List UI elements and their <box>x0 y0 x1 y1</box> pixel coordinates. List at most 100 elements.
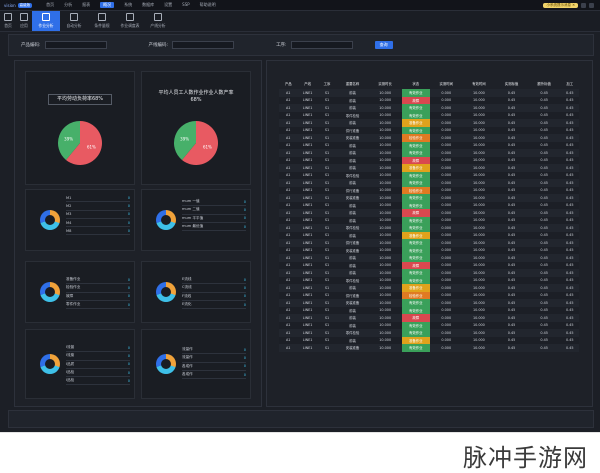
menu-item[interactable]: SSP <box>182 2 190 8</box>
table-row[interactable]: A1 LINE1 S1 前装 10.000 有效作业 0.000 10.000 0.45 0.45… <box>279 104 579 112</box>
tool-app[interactable]: 应用 <box>16 11 32 31</box>
table-row[interactable]: A1 LINE1 S1 供行准备 10.000 检验作业 0.000 10.000 0.45 0.… <box>279 291 579 299</box>
table-row[interactable]: A1 LINE1 S1 零件检验 10.000 有效作业 0.000 10.000 0.45 0.… <box>279 111 579 119</box>
table-cell: LINE1 <box>297 186 318 194</box>
table-row[interactable]: A1 LINE1 S1 前装 10.000 有效作业 0.000 10.000 0.45 0.45… <box>279 201 579 209</box>
table-row[interactable]: A1 LINE1 S1 零件检验 10.000 有效作业 0.000 10.000 0.45 0.… <box>279 224 579 232</box>
tool-auto[interactable]: 自动分析 <box>60 11 88 31</box>
table-row[interactable]: A1 LINE1 S1 安装准备 10.000 有效作业 0.000 10.000 0.45 0.… <box>279 344 579 352</box>
column-header[interactable]: 状态 <box>402 77 430 89</box>
stat-row: I品检 0 <box>66 377 130 386</box>
column-header[interactable]: 工序 <box>318 77 336 89</box>
table-cell: 0.000 <box>429 306 463 314</box>
stat-row: 零件作业 0 <box>66 301 130 310</box>
table-row[interactable]: A1 LINE1 S1 安装准备 10.000 检验作业 0.000 10.000 0.45 0.… <box>279 134 579 142</box>
table-row[interactable]: A1 LINE1 S1 零件检验 10.000 有效作业 0.000 10.000 0.45 0.… <box>279 276 579 284</box>
column-header[interactable]: 实测标值 <box>495 77 528 89</box>
table-row[interactable]: A1 LINE1 S1 零件检验 10.000 有效作业 0.000 10.000 0.45 0.… <box>279 329 579 337</box>
column-header[interactable]: 产品 <box>279 77 297 89</box>
table-cell: LINE1 <box>297 89 318 97</box>
process-input[interactable] <box>290 41 353 49</box>
stat-row: mum 平平值 0 <box>182 215 246 223</box>
table-cell: LINE1 <box>297 246 318 254</box>
table-row[interactable]: A1 LINE1 S1 前装 10.000 有效作业 0.000 10.000 0.45 0.45… <box>279 321 579 329</box>
table-cell: 0.45 <box>560 164 579 172</box>
column-header[interactable]: 额外标值 <box>528 77 561 89</box>
table-cell: 0.45 <box>527 336 561 344</box>
table-cell: A1 <box>279 306 298 314</box>
column-header[interactable]: 实测时间 <box>430 77 463 89</box>
status-cell: 有效作业 <box>401 201 430 209</box>
app-logo[interactable]: vision 高级版 <box>4 2 33 8</box>
table-row[interactable]: A1 LINE1 S1 前装 10.000 准备作业 0.000 10.000 0.45 0.45… <box>279 336 579 344</box>
menu-item[interactable]: 报表 <box>82 2 90 8</box>
table-cell: 10.000 <box>368 194 402 202</box>
tool-rule[interactable]: 条件量规 <box>88 11 116 31</box>
table-row[interactable]: A1 LINE1 S1 前装 10.000 有效作业 0.000 10.000 0.45 0.45… <box>279 269 579 277</box>
menu-item[interactable]: 概况 <box>100 2 115 8</box>
table-row[interactable]: A1 LINE1 S1 前装 10.000 故障 0.000 10.000 0.45 0.45 0.… <box>279 96 579 104</box>
table-cell: LINE1 <box>297 239 318 247</box>
table-cell: 0.000 <box>429 344 463 352</box>
table-row[interactable]: A1 LINE1 S1 前装 10.000 有效作业 0.000 10.000 0.45 0.45… <box>279 179 579 187</box>
search-button[interactable]: 查询 <box>374 41 393 49</box>
table-row[interactable]: A1 LINE1 S1 前装 10.000 故障 0.000 10.000 0.45 0.45 0.… <box>279 156 579 164</box>
table-row[interactable]: A1 LINE1 S1 零件检验 10.000 有效作业 0.000 10.000 0.45 0.… <box>279 171 579 179</box>
menu-item[interactable]: 帮助说明 <box>200 2 216 8</box>
table-row[interactable]: A1 LINE1 S1 前装 10.000 准备作业 0.000 10.000 0.45 0.45… <box>279 119 579 127</box>
table-row[interactable]: A1 LINE1 S1 前装 10.000 准备作业 0.000 10.000 0.45 0.45… <box>279 284 579 292</box>
table-row[interactable]: A1 LINE1 S1 供行准备 10.000 检验作业 0.000 10.000 0.45 0.… <box>279 186 579 194</box>
table-row[interactable]: A1 LINE1 S1 前装 10.000 有效作业 0.000 10.000 0.45 0.45… <box>279 216 579 224</box>
table-cell: 0.45 <box>527 224 561 232</box>
table-row[interactable]: A1 LINE1 S1 前装 10.000 准备作业 0.000 10.000 0.45 0.45… <box>279 164 579 172</box>
table-cell: A1 <box>279 321 298 329</box>
table-cell: 0.45 <box>495 89 528 97</box>
tool-schedule[interactable]: 作业调度表 <box>116 11 144 31</box>
column-header[interactable]: 实测时长 <box>369 77 402 89</box>
table-cell: 零件检验 <box>336 224 369 232</box>
table-row[interactable]: A1 LINE1 S1 前装 10.000 有效作业 0.000 10.000 0.45 0.45… <box>279 141 579 149</box>
menu-item[interactable]: 分析 <box>64 2 72 8</box>
column-header[interactable]: 产线 <box>297 77 317 89</box>
table-cell: 0.45 <box>527 179 561 187</box>
table-cell: LINE1 <box>297 344 318 352</box>
stat-value: 0 <box>127 294 130 299</box>
table-row[interactable]: A1 LINE1 S1 安装准备 10.000 有效作业 0.000 10.000 0.45 0.… <box>279 194 579 202</box>
table-row[interactable]: A1 LINE1 S1 安装准备 10.000 有效作业 0.000 10.000 0.45 0.… <box>279 246 579 254</box>
table-row[interactable]: A1 LINE1 S1 前装 10.000 准备作业 0.000 10.000 0.45 0.45… <box>279 231 579 239</box>
menu-item[interactable]: 首页 <box>46 2 54 8</box>
menu-item[interactable]: 系统 <box>124 2 132 8</box>
table-row[interactable]: A1 LINE1 S1 供行准备 10.000 有效作业 0.000 10.000 0.45 0.… <box>279 126 579 134</box>
notice-badge[interactable]: 小系统提示消息 ✕ <box>543 2 578 8</box>
column-header[interactable]: 加工 <box>561 77 580 89</box>
table-cell: A1 <box>279 179 298 187</box>
table-row[interactable]: A1 LINE1 S1 前装 10.000 有效作业 0.000 10.000 0.45 0.45… <box>279 306 579 314</box>
menu-item[interactable]: 设置 <box>164 2 172 8</box>
table-row[interactable]: A1 LINE1 S1 前装 10.000 有效作业 0.000 10.000 0.45 0.45… <box>279 89 579 97</box>
line-code-input[interactable] <box>172 41 235 49</box>
user-icon[interactable] <box>581 2 586 8</box>
table-row[interactable]: A1 LINE1 S1 安装准备 10.000 有效作业 0.000 10.000 0.45 0.… <box>279 299 579 307</box>
table-row[interactable]: A1 LINE1 S1 前装 10.000 有效作业 0.000 10.000 0.45 0.45… <box>279 149 579 157</box>
table-cell: 安装准备 <box>336 194 369 202</box>
column-header[interactable]: 有效时间 <box>463 77 496 89</box>
table-cell: A1 <box>279 269 298 277</box>
column-header[interactable]: 重要名称 <box>336 77 369 89</box>
table-row[interactable]: A1 LINE1 S1 前装 10.000 故障 0.000 10.000 0.45 0.45 0.… <box>279 209 579 217</box>
table-row[interactable]: A1 LINE1 S1 供行准备 10.000 有效作业 0.000 10.000 0.45 0.… <box>279 239 579 247</box>
table-cell: 0.000 <box>429 96 463 104</box>
table-cell: S1 <box>317 186 337 194</box>
table-cell: 0.000 <box>429 276 463 284</box>
tool-line[interactable]: 产线分析 <box>144 11 172 31</box>
settings-icon[interactable] <box>589 2 594 8</box>
tool-home[interactable]: 首页 <box>0 11 16 31</box>
table-row[interactable]: A1 LINE1 S1 前装 10.000 有效作业 0.000 10.000 0.45 0.45… <box>279 254 579 262</box>
table-cell: S1 <box>317 284 337 292</box>
table-row[interactable]: A1 LINE1 S1 前装 10.000 故障 0.000 10.000 0.45 0.45 0.… <box>279 314 579 322</box>
tool-chart[interactable]: 作业分析 <box>32 11 60 31</box>
table-cell: S1 <box>317 306 337 314</box>
product-code-input[interactable] <box>44 41 107 49</box>
table-cell: 0.000 <box>429 111 463 119</box>
menu-item[interactable]: 数据库 <box>142 2 154 8</box>
table-row[interactable]: A1 LINE1 S1 前装 10.000 故障 0.000 10.000 0.45 0.45 0.… <box>279 261 579 269</box>
